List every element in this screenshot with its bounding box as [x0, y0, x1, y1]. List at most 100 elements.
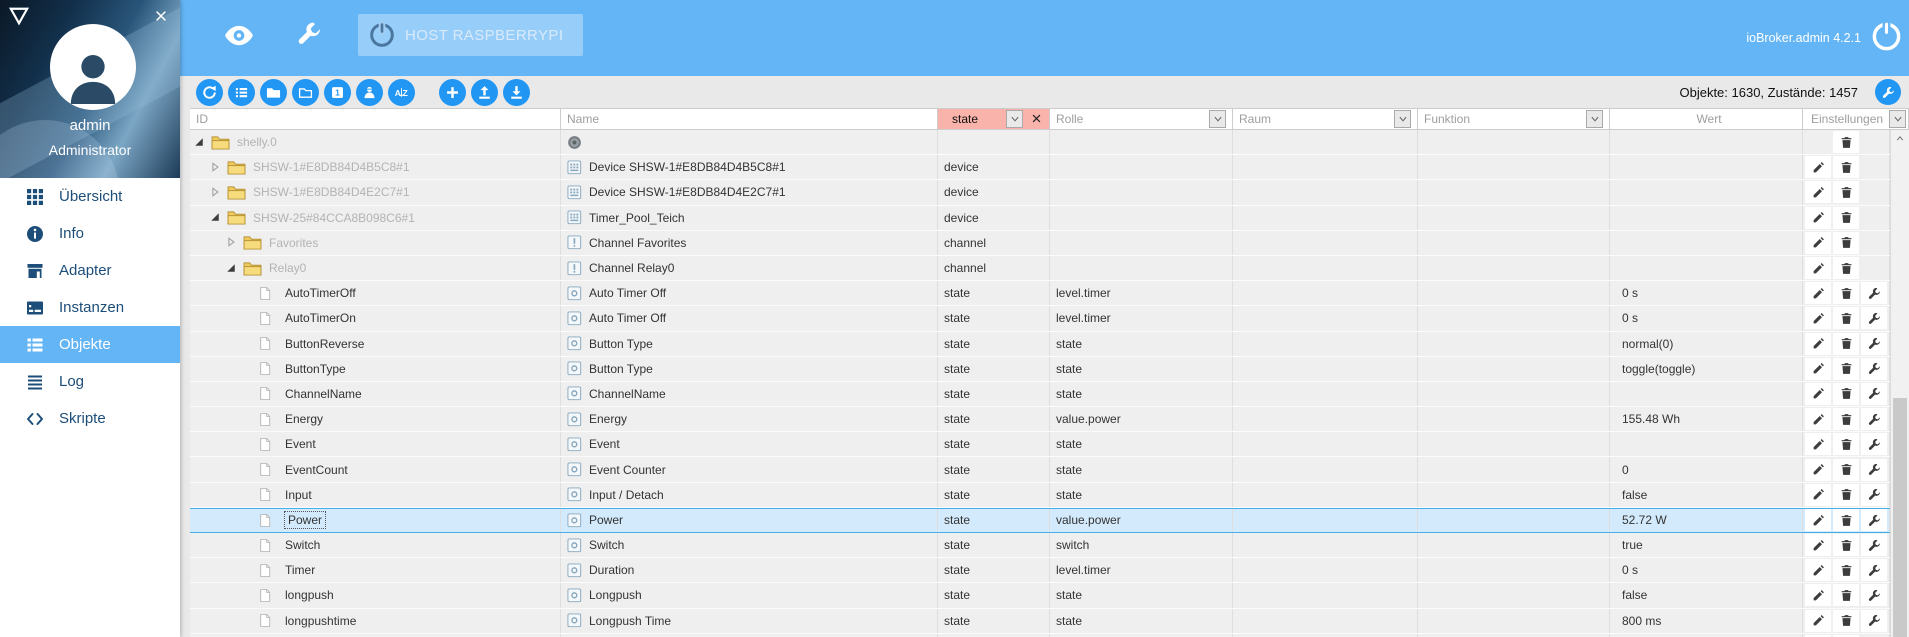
config-button[interactable] — [1861, 509, 1887, 532]
object-id-cell[interactable]: Favorites — [190, 230, 561, 255]
sidebar-item-adapter[interactable]: Adapter — [0, 252, 180, 289]
edit-button[interactable] — [1805, 609, 1831, 632]
object-id-cell[interactable]: ButtonReverse — [190, 331, 561, 356]
chevron-down-icon[interactable] — [1394, 110, 1411, 128]
edit-button[interactable] — [1805, 257, 1831, 280]
table-row[interactable]: shelly.0 — [190, 130, 1890, 156]
delete-button[interactable] — [1833, 534, 1859, 557]
table-row[interactable]: SHSW-25#84CCA8B098C6#1 Timer_Pool_Teich de… — [190, 205, 1890, 231]
chevron-down-icon[interactable] — [1006, 110, 1023, 128]
config-button[interactable] — [1861, 408, 1887, 431]
sort-button[interactable]: AZ — [388, 78, 415, 106]
edit-button[interactable] — [1805, 559, 1831, 582]
edit-button[interactable] — [1805, 282, 1831, 305]
host-button[interactable]: HOST RASPBERRYPI — [358, 14, 584, 56]
table-row[interactable]: Power Power state value.power 52.72 W — [190, 507, 1890, 533]
sidebar-item-info[interactable]: Info — [0, 215, 180, 252]
config-button[interactable] — [1861, 382, 1887, 405]
edit-button[interactable] — [1805, 509, 1831, 532]
table-row[interactable]: longpushtime Longpush Time state state 800 m… — [190, 608, 1890, 634]
object-id-cell[interactable]: Switch — [190, 533, 561, 558]
config-button[interactable] — [1861, 584, 1887, 607]
config-button[interactable] — [1861, 483, 1887, 506]
table-row[interactable]: SHSW-1#E8DB84D4B5C8#1 Device SHSW-1#E8DB8… — [190, 155, 1890, 181]
object-id-cell[interactable]: AutoTimerOn — [190, 306, 561, 331]
room-filter-select[interactable]: Raum — [1233, 109, 1418, 129]
edit-button[interactable] — [1805, 584, 1831, 607]
edit-button[interactable] — [1805, 433, 1831, 456]
type-filter-select[interactable]: state — [938, 109, 1050, 129]
object-id-cell[interactable]: SHSW-1#E8DB84D4E2C7#1 — [190, 180, 561, 205]
vertical-scrollbar[interactable] — [1890, 130, 1909, 637]
config-button[interactable] — [1861, 433, 1887, 456]
edit-button[interactable] — [1805, 382, 1831, 405]
object-id-cell[interactable]: SHSW-25#84CCA8B098C6#1 — [190, 205, 561, 230]
config-button[interactable] — [1861, 282, 1887, 305]
delete-button[interactable] — [1833, 559, 1859, 582]
delete-button[interactable] — [1833, 408, 1859, 431]
object-id-cell[interactable]: EventCount — [190, 457, 561, 482]
config-button[interactable] — [1861, 332, 1887, 355]
object-id-cell[interactable]: Input — [190, 482, 561, 507]
edit-button[interactable] — [1805, 156, 1831, 179]
table-row[interactable]: ChannelName ChannelName state state — [190, 381, 1890, 408]
chevron-down-icon[interactable] — [1889, 110, 1906, 128]
table-row[interactable]: Energy Energy state value.power 155.48 Wh — [190, 407, 1890, 433]
config-button[interactable] — [1861, 559, 1887, 582]
table-row[interactable]: SHSW-1#E8DB84D4E2C7#1 Device SHSW-1#E8DB8… — [190, 180, 1890, 206]
function-filter-select[interactable]: Funktion — [1418, 109, 1610, 129]
table-row[interactable]: Favorites Channel Favorites channel — [190, 230, 1890, 256]
config-button[interactable] — [1861, 534, 1887, 557]
object-id-cell[interactable]: ChannelName — [190, 381, 561, 407]
table-row[interactable]: AutoTimerOff Auto Timer Off state level.tim… — [190, 281, 1890, 307]
delete-button[interactable] — [1833, 131, 1859, 154]
delete-button[interactable] — [1833, 433, 1859, 456]
collapse-node-icon[interactable] — [226, 263, 239, 274]
object-id-cell[interactable]: ButtonType — [190, 356, 561, 381]
clear-filter-icon[interactable] — [1031, 113, 1043, 125]
eye-icon[interactable] — [224, 23, 254, 48]
delete-button[interactable] — [1833, 206, 1859, 229]
refresh-button[interactable] — [196, 78, 223, 106]
edit-button[interactable] — [1805, 231, 1831, 254]
object-id-cell[interactable]: shelly.0 — [190, 130, 561, 155]
object-id-cell[interactable]: Energy — [190, 407, 561, 432]
delete-button[interactable] — [1833, 156, 1859, 179]
expand-one-level-button[interactable]: 1 — [324, 78, 351, 106]
sidebar-item-bersicht[interactable]: Übersicht — [0, 178, 180, 215]
config-button[interactable] — [1861, 458, 1887, 481]
sidebar-item-instanzen[interactable]: Instanzen — [0, 289, 180, 326]
config-button[interactable] — [1861, 307, 1887, 330]
collapse-node-icon[interactable] — [194, 137, 207, 148]
table-row[interactable]: ButtonReverse Button Type state state normal… — [190, 331, 1890, 357]
delete-button[interactable] — [1833, 357, 1859, 380]
name-filter-input[interactable]: Name — [561, 109, 938, 129]
avatar[interactable] — [50, 24, 136, 110]
add-object-button[interactable] — [439, 78, 466, 106]
delete-button[interactable] — [1833, 584, 1859, 607]
table-row[interactable]: Timer Duration state level.timer 0 s — [190, 558, 1890, 584]
close-icon[interactable] — [154, 9, 168, 23]
sidebar-item-log[interactable]: Log — [0, 363, 180, 400]
delete-button[interactable] — [1833, 307, 1859, 330]
delete-button[interactable] — [1833, 458, 1859, 481]
delete-button[interactable] — [1833, 257, 1859, 280]
sidebar-item-objekte[interactable]: Objekte — [0, 326, 180, 363]
collapse-node-icon[interactable] — [210, 212, 223, 223]
expand-node-icon[interactable] — [210, 187, 223, 198]
collapse-all-button[interactable] — [260, 78, 287, 106]
edit-button[interactable] — [1805, 458, 1831, 481]
object-id-cell[interactable]: SHSW-1#E8DB84D4B5C8#1 — [190, 155, 561, 180]
expert-mode-button[interactable] — [356, 78, 383, 106]
object-id-cell[interactable]: Event — [190, 432, 561, 457]
edit-button[interactable] — [1805, 357, 1831, 380]
edit-button[interactable] — [1805, 534, 1831, 557]
delete-button[interactable] — [1833, 509, 1859, 532]
object-id-cell[interactable]: longpushtime — [190, 608, 561, 633]
table-row[interactable]: ButtonType Button Type state state toggle(to… — [190, 356, 1890, 382]
wrench-icon[interactable] — [297, 21, 322, 46]
object-id-cell[interactable]: Relay0 — [190, 255, 561, 281]
object-id-cell[interactable]: AutoTimerOff — [190, 281, 561, 306]
table-row[interactable]: longpush Longpush state state false — [190, 583, 1890, 609]
chevron-down-icon[interactable] — [1586, 110, 1603, 128]
